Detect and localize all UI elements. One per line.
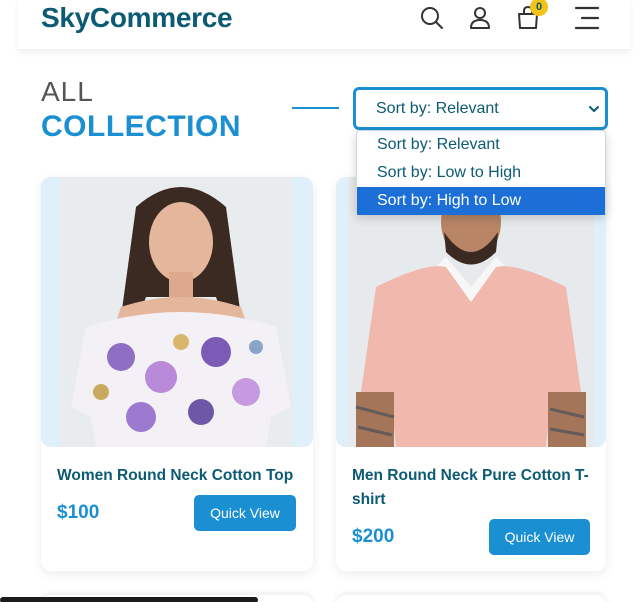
sort-select[interactable]: Sort by: Relevant: [353, 87, 608, 130]
product-card[interactable]: Men Round Neck Pure Cotton T-shirt $200 …: [336, 177, 606, 571]
quick-view-button[interactable]: Quick View: [194, 495, 296, 531]
search-icon[interactable]: [419, 5, 445, 31]
page-title-line2: COLLECTION: [41, 110, 241, 143]
sort-option-relevant[interactable]: Sort by: Relevant: [357, 131, 605, 159]
top-navbar: SkyCommerce 0: [18, 0, 630, 50]
sort-selected-value: Sort by: Relevant: [376, 99, 499, 117]
cart-count-badge: 0: [530, 0, 548, 16]
menu-icon[interactable]: [572, 4, 600, 32]
user-icon[interactable]: [467, 5, 493, 31]
page-title-line1: ALL: [41, 76, 94, 107]
chevron-down-icon: [589, 106, 599, 112]
product-photo-women-top: [41, 177, 313, 447]
product-card-peek: [336, 595, 606, 602]
sort-option-low-to-high[interactable]: Sort by: Low to High: [357, 159, 605, 187]
product-price: $100: [57, 502, 100, 523]
sort-dropdown-list: Sort by: Relevant Sort by: Low to High S…: [356, 130, 606, 215]
product-photo-men-tshirt: [336, 177, 606, 447]
title-divider: [292, 107, 339, 109]
sort-option-high-to-low[interactable]: Sort by: High to Low: [357, 187, 605, 215]
product-image[interactable]: [336, 177, 606, 447]
product-image[interactable]: [41, 177, 313, 447]
scroll-indicator: [0, 597, 258, 602]
product-card[interactable]: Women Round Neck Cotton Top $100 Quick V…: [41, 177, 313, 571]
site-logo[interactable]: SkyCommerce: [41, 2, 233, 34]
product-price: $200: [352, 526, 395, 547]
product-name[interactable]: Men Round Neck Pure Cotton T-shirt: [352, 464, 592, 512]
product-name[interactable]: Women Round Neck Cotton Top: [57, 464, 293, 488]
quick-view-button[interactable]: Quick View: [489, 519, 590, 555]
